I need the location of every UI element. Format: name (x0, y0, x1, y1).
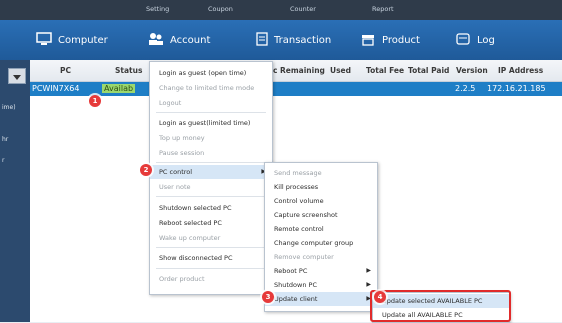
status-badge: Availab (102, 84, 136, 93)
divider (156, 112, 266, 113)
menu-item[interactable]: Remote control (265, 222, 377, 236)
menu-item[interactable]: Order product (150, 272, 272, 286)
document-icon (256, 31, 268, 49)
menu-item[interactable]: Logout (150, 96, 272, 110)
menu-item[interactable]: Change to limited time mode (150, 81, 272, 95)
menu-report[interactable]: Report (372, 5, 394, 13)
menu-item-label: PC control (159, 168, 193, 176)
menu-item[interactable]: Top up money (150, 131, 272, 145)
menu-setting[interactable]: Setting (146, 5, 169, 13)
col-pc[interactable]: PC (60, 66, 71, 75)
menu-item-label: Shutdown PC (274, 281, 317, 289)
tab-log[interactable]: Log (455, 28, 495, 52)
sidebar-label: hr (2, 136, 9, 143)
menu-coupon[interactable]: Coupon (208, 5, 233, 13)
highlight-box (370, 290, 511, 322)
context-menu: Login as guest (open time) Change to lim… (149, 61, 273, 295)
tab-computer[interactable]: Computer (36, 28, 108, 52)
log-icon (455, 32, 471, 49)
tab-computer-label: Computer (58, 34, 108, 46)
menu-item-label: Reboot PC (274, 267, 308, 275)
table-header: PC Status c Remaining Used Total Fee Tot… (30, 60, 562, 82)
menu-item[interactable]: Send message (265, 166, 377, 180)
group-dropdown[interactable] (8, 68, 26, 84)
submenu-arrow-icon: ▶ (366, 267, 371, 274)
step-marker: 1 (89, 95, 101, 107)
menu-item[interactable]: Kill processes (265, 180, 377, 194)
menu-item[interactable]: Remove computer (265, 250, 377, 264)
shop-icon (360, 32, 376, 49)
tab-account-label: Account (170, 34, 211, 46)
menu-item[interactable]: Login as guest(limited time) (150, 116, 272, 130)
row-version: 2.2.5 (455, 84, 476, 93)
menu-item[interactable]: Control volume (265, 194, 377, 208)
menu-item[interactable]: Shutdown selected PC (150, 201, 272, 215)
tab-transaction[interactable]: Transaction (256, 28, 331, 52)
step-marker: 3 (262, 291, 274, 303)
sidebar-label: ime) (2, 104, 16, 111)
left-sidebar: ime) hr r (0, 60, 30, 322)
step-marker: 4 (374, 291, 386, 303)
users-icon (148, 32, 164, 49)
menu-item-label: Update client (274, 295, 318, 303)
menu-item[interactable]: Change computer group (265, 236, 377, 250)
tab-transaction-label: Transaction (274, 34, 332, 46)
menu-item-update-client[interactable]: Update client ▶ (265, 292, 377, 306)
col-used[interactable]: Used (330, 66, 351, 75)
col-total-fee[interactable]: Total Fee (366, 66, 404, 75)
menu-item[interactable]: Login as guest (open time) (150, 66, 272, 80)
tab-account[interactable]: Account (148, 28, 210, 52)
divider (156, 162, 266, 163)
menu-counter[interactable]: Counter (290, 5, 316, 13)
tab-product[interactable]: Product (360, 28, 420, 52)
row-pc: PCWIN7X64 (32, 84, 80, 93)
col-status[interactable]: Status (115, 66, 142, 75)
divider (156, 268, 266, 269)
menu-item[interactable]: Wake up computer (150, 231, 272, 245)
menu-item[interactable]: Capture screenshot (265, 208, 377, 222)
step-marker: 2 (140, 164, 152, 176)
col-ip[interactable]: IP Address (498, 66, 543, 75)
col-version[interactable]: Version (456, 66, 488, 75)
menu-item[interactable]: Reboot selected PC (150, 216, 272, 230)
top-menu-bar: Setting Coupon Counter Report (0, 0, 562, 20)
pc-control-submenu: Send message Kill processes Control volu… (264, 162, 378, 312)
divider (156, 196, 266, 197)
tab-log-label: Log (477, 34, 495, 46)
menu-item[interactable]: Show disconnected PC (150, 251, 272, 265)
row-ip: 172.16.21.185 (487, 84, 546, 93)
col-c[interactable]: c (273, 66, 277, 75)
menu-item[interactable]: User note (150, 180, 272, 194)
divider (156, 247, 266, 248)
menu-item-pc-control[interactable]: PC control ▶ (150, 165, 272, 179)
tab-product-label: Product (382, 34, 420, 46)
menu-item-reboot[interactable]: Reboot PC ▶ (265, 264, 377, 278)
monitor-icon (36, 31, 52, 49)
menu-item[interactable]: Pause session (150, 146, 272, 160)
col-remaining[interactable]: Remaining (280, 66, 325, 75)
table-row[interactable]: PCWIN7X64 Availab 2.2.5 172.16.21.185 (30, 82, 562, 96)
col-total-paid[interactable]: Total Paid (408, 66, 449, 75)
main-nav: Computer Account Transaction Product Log (0, 20, 562, 60)
sidebar-label: r (2, 157, 5, 164)
menu-item-shutdown[interactable]: Shutdown PC ▶ (265, 278, 377, 292)
